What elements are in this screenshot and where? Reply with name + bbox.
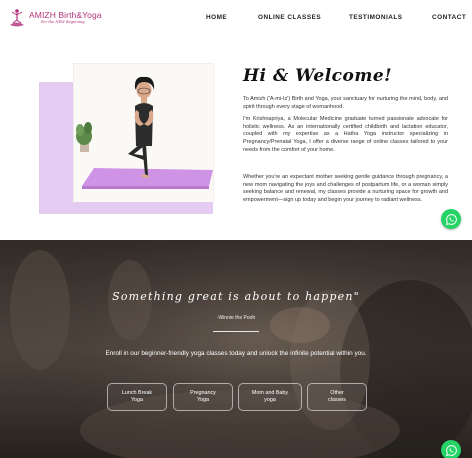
nav-online-classes[interactable]: ONLINE CLASSES [258,14,321,21]
class-button-label: Pregnancy [190,389,216,396]
class-button-pregnancy-yoga[interactable]: Pregnancy Yoga [173,383,233,411]
class-button-mom-and-baby-yoga[interactable]: Mom and Baby yoga [238,383,302,411]
class-button-label: classes [328,397,346,403]
class-button-lunch-break-yoga[interactable]: Lunch Break Yoga [107,383,167,411]
whatsapp-icon [445,213,457,225]
whatsapp-chat-button[interactable] [441,209,461,229]
decorative-purple-block [39,82,74,214]
class-button-label: Mom and Baby [251,389,289,396]
main-nav: HOME ONLINE CLASSES TESTIMONIALS CONTACT [0,14,472,24]
instructor-photo [74,64,213,202]
class-button-label: Yoga [196,397,210,403]
hero-section: Something great is about to happen" -Win… [0,240,472,458]
quote-author: -Winnie the Pooh [216,315,256,321]
class-button-other-classes[interactable]: Other classes [307,383,367,411]
welcome-paragraph-about: I'm Krishnapriya, a Molecular Medicine g… [243,116,448,153]
site-header: AMIZH Birth&Yoga For the NEW Beginning H… [0,0,472,36]
enroll-text: Enroll in our beginner-friendly yoga cla… [105,350,367,357]
quote-divider [213,331,259,332]
welcome-title: Hi & Welcome! [243,66,393,86]
class-button-label: yoga [264,397,276,403]
welcome-paragraph-invite: Whether you're an expectant mother seeki… [243,174,448,204]
welcome-paragraph-intro: To Amizh ('A-mi-Iz') Birth and Yoga, you… [243,96,448,110]
nav-contact[interactable]: CONTACT [432,14,466,21]
nav-testimonials[interactable]: TESTIMONIALS [349,14,403,21]
nav-home[interactable]: HOME [206,14,227,21]
whatsapp-chat-button[interactable] [441,440,461,458]
decorative-purple-strip [74,202,213,214]
class-button-label: Yoga [130,397,144,403]
class-button-label: Lunch Break [121,389,153,396]
whatsapp-icon [445,444,457,456]
hero-quote: Something great is about to happen" [112,290,360,303]
class-button-label: Other [330,389,344,396]
